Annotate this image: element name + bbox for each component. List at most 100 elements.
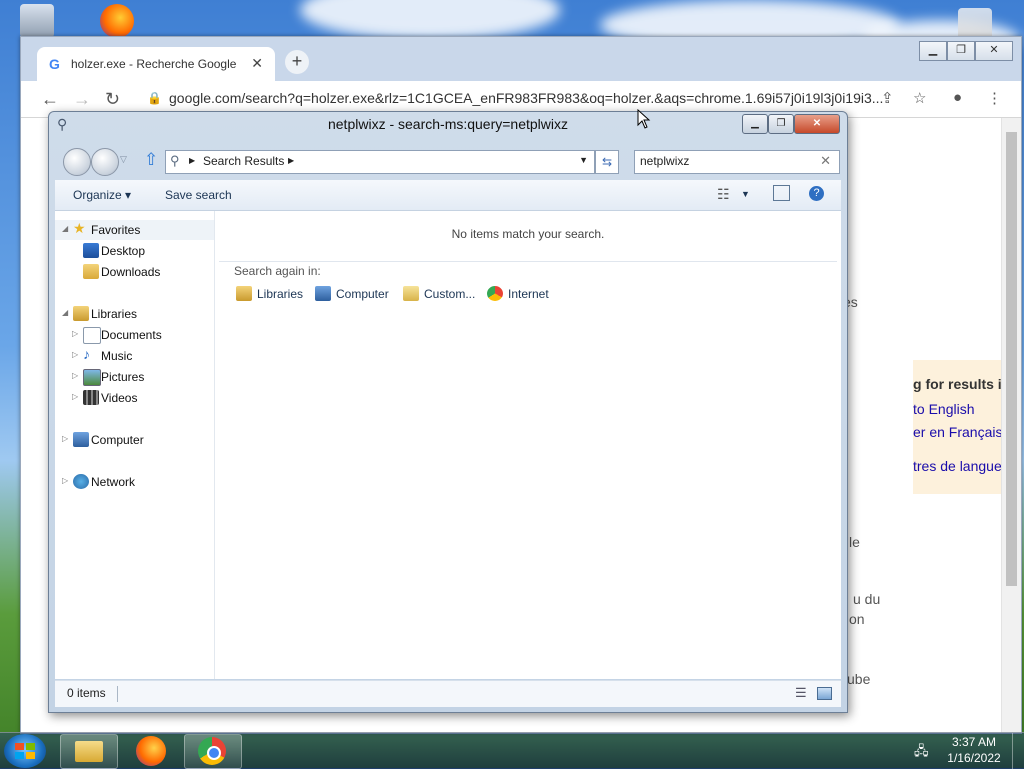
downloads-folder-icon: [83, 264, 99, 279]
minimize-button[interactable]: ▁: [919, 41, 947, 61]
address-bar[interactable]: 🔒 google.com/search?q=holzer.exe&rlz=1C1…: [141, 86, 889, 112]
translate-english-link[interactable]: to English: [913, 401, 974, 417]
scrollbar-thumb[interactable]: [1006, 132, 1017, 586]
libraries-icon: [236, 286, 252, 301]
up-arrow-icon[interactable]: ⇧: [144, 150, 158, 170]
page-fragment: u du: [853, 591, 881, 607]
nav-computer-label: Computer: [91, 433, 144, 447]
status-divider: [117, 686, 118, 702]
address-dropdown-icon[interactable]: ▼: [579, 155, 588, 165]
refresh-button[interactable]: ⇆: [595, 150, 619, 174]
chrome-center-dot: [207, 746, 221, 760]
tab-strip: G holzer.exe - Recherche Google ✕ + ▁ ❐ …: [21, 37, 1021, 81]
nav-videos[interactable]: ▷ Videos: [55, 388, 214, 408]
nav-desktop-label: Desktop: [101, 244, 146, 258]
back-arrow-icon[interactable]: ←: [41, 89, 59, 110]
nav-pictures[interactable]: ▷ Pictures: [55, 367, 214, 387]
network-tray-icon[interactable]: 🖧: [914, 742, 929, 764]
url-text[interactable]: google.com/search?q=holzer.exe&rlz=1C1GC…: [169, 90, 889, 106]
forward-arrow-icon[interactable]: →: [73, 89, 91, 110]
expand-icon[interactable]: ◢: [62, 308, 68, 317]
french-link[interactable]: er en Français: [913, 424, 1002, 440]
collapse-icon[interactable]: ▷: [62, 434, 68, 443]
libraries-icon: [73, 306, 89, 321]
recent-pages-dropdown-icon[interactable]: ▽: [120, 154, 127, 165]
pictures-icon: [83, 369, 101, 386]
browser-tab[interactable]: G holzer.exe - Recherche Google ✕: [37, 47, 275, 81]
language-settings-link[interactable]: tres de langue: [913, 458, 1002, 474]
page-fragment: ube: [847, 671, 871, 687]
expand-icon[interactable]: ◢: [62, 224, 68, 233]
explorer-minimize-button[interactable]: ▁: [742, 114, 768, 134]
collapse-icon[interactable]: ▷: [62, 476, 68, 485]
collapse-icon[interactable]: ▷: [72, 350, 78, 359]
show-desktop-button[interactable]: [1012, 733, 1024, 769]
back-button[interactable]: [63, 148, 91, 176]
explorer-title: netplwixz - search-ms:query=netplwixz: [327, 116, 569, 132]
start-button[interactable]: [4, 734, 46, 768]
taskbar-chrome-button[interactable]: [184, 734, 242, 769]
organize-button[interactable]: Organize ▾: [73, 188, 131, 202]
help-icon[interactable]: ?: [809, 186, 824, 201]
clock-time: 3:37 AM: [951, 735, 997, 749]
desktop-icon: [83, 243, 99, 258]
documents-icon: [83, 327, 101, 344]
share-icon[interactable]: ⇪: [881, 89, 894, 107]
new-tab-button[interactable]: +: [285, 50, 309, 74]
nav-music-label: Music: [101, 349, 133, 363]
breadcrumb-search-results[interactable]: Search Results: [203, 154, 284, 168]
profile-avatar-icon[interactable]: ●: [953, 89, 962, 106]
large-icons-view-icon[interactable]: [817, 687, 832, 700]
nav-libraries[interactable]: ◢ Libraries: [55, 304, 214, 324]
nav-computer[interactable]: ▷ Computer: [55, 430, 214, 450]
view-dropdown-icon[interactable]: ▼: [741, 189, 750, 199]
search-again-computer-label: Computer: [336, 287, 389, 301]
google-favicon-icon: G: [49, 56, 60, 72]
bookmark-star-icon[interactable]: ☆: [913, 89, 926, 107]
explorer-close-button[interactable]: ✕: [794, 114, 840, 134]
search-magnifier-icon: ⚲: [170, 153, 180, 168]
preview-pane-icon[interactable]: [773, 185, 790, 201]
collapse-icon[interactable]: ▷: [72, 371, 78, 380]
maximize-button[interactable]: ❐: [947, 41, 975, 61]
explorer-body: ◢ ★ Favorites Desktop Downloads ◢ Librar…: [55, 211, 841, 679]
close-window-button[interactable]: ✕: [975, 41, 1013, 61]
clock[interactable]: 3:37 AM 1/16/2022: [942, 734, 1006, 766]
language-panel-title: g for results in: [913, 376, 1011, 392]
nav-downloads[interactable]: Downloads: [55, 262, 214, 282]
navigation-pane: ◢ ★ Favorites Desktop Downloads ◢ Librar…: [55, 211, 215, 679]
breadcrumb-chevron-icon[interactable]: ▶: [288, 156, 294, 165]
search-value[interactable]: netplwixz: [640, 154, 689, 168]
nav-downloads-label: Downloads: [101, 265, 161, 279]
nav-favorites[interactable]: ◢ ★ Favorites: [55, 220, 214, 240]
nav-music[interactable]: ▷ ♪ Music: [55, 346, 214, 366]
reload-icon[interactable]: ↻: [105, 89, 120, 110]
nav-desktop[interactable]: Desktop: [55, 241, 214, 261]
nav-network[interactable]: ▷ Network: [55, 472, 214, 492]
taskbar-firefox-icon[interactable]: [136, 736, 166, 766]
explorer-maximize-button[interactable]: ❐: [768, 114, 794, 134]
collapse-icon[interactable]: ▷: [72, 392, 78, 401]
computer-icon: [315, 286, 331, 301]
collapse-icon[interactable]: ▷: [72, 329, 78, 338]
save-search-button[interactable]: Save search: [165, 188, 232, 202]
nav-documents[interactable]: ▷ Documents: [55, 325, 214, 345]
breadcrumb-chevron-icon[interactable]: ▶: [189, 156, 195, 165]
search-again-libraries-label: Libraries: [257, 287, 304, 301]
page-scrollbar[interactable]: [1001, 118, 1021, 733]
taskbar-explorer-button[interactable]: [60, 734, 118, 769]
videos-film-icon: [83, 390, 99, 405]
command-bar: Organize ▾ Save search ☷ ▼ ?: [55, 180, 841, 211]
search-box[interactable]: netplwixz ✕: [634, 150, 840, 174]
tab-close-icon[interactable]: ✕: [251, 55, 263, 72]
firefox-desktop-icon[interactable]: [100, 4, 134, 38]
menu-kebab-icon[interactable]: ⋮: [987, 89, 1002, 107]
clear-search-icon[interactable]: ✕: [820, 153, 831, 169]
view-options-icon[interactable]: ☷: [717, 186, 730, 203]
divider: [219, 261, 837, 262]
music-note-icon: ♪: [83, 346, 90, 362]
address-bar[interactable]: ⚲ ▶ Search Results ▶ ▼: [165, 150, 595, 174]
details-view-icon[interactable]: ☰: [795, 685, 807, 701]
recycle-bin-icon[interactable]: [20, 4, 54, 38]
forward-button[interactable]: [91, 148, 119, 176]
